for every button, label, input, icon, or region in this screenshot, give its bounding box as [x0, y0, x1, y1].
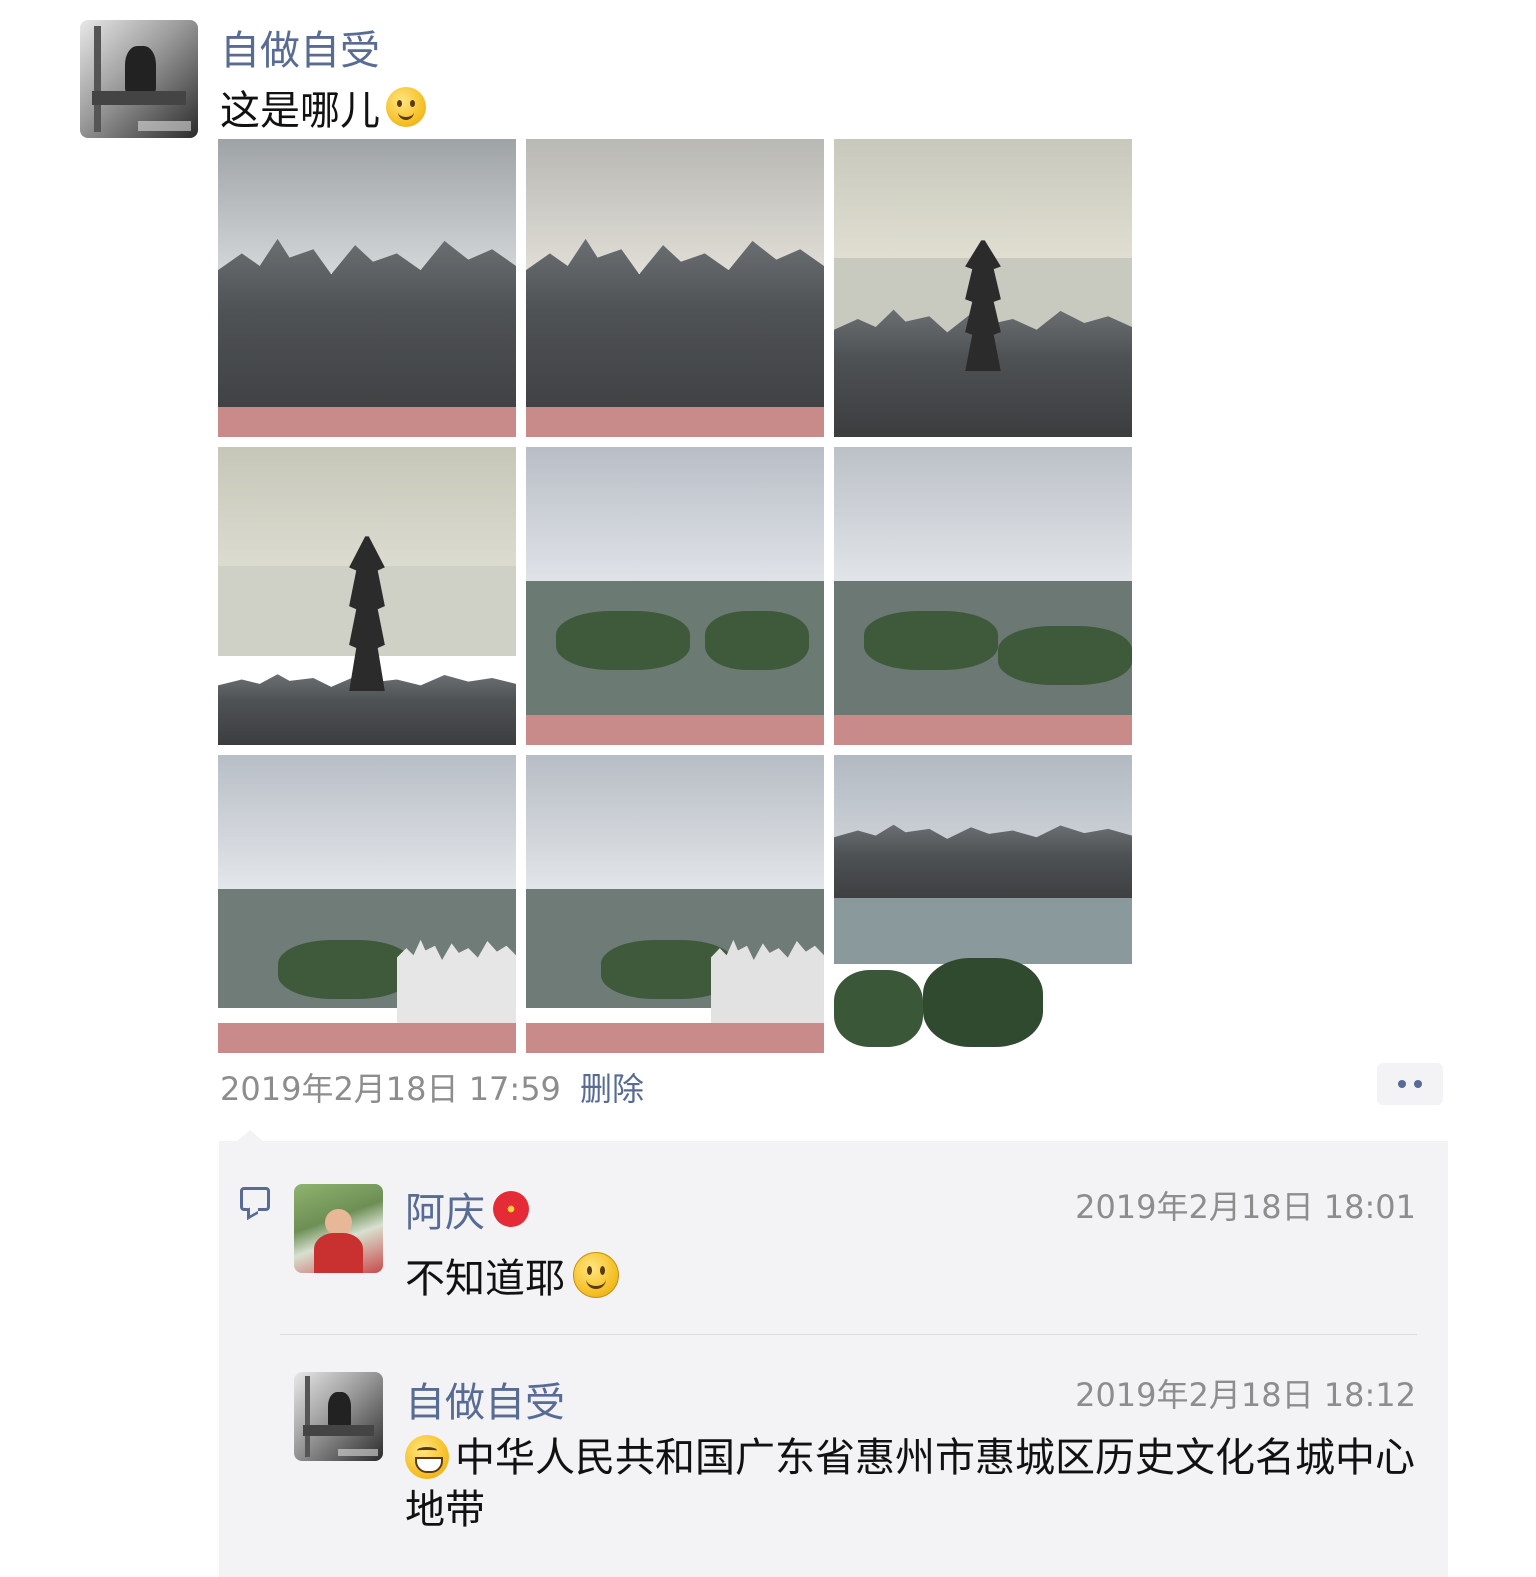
photo-7[interactable]	[218, 755, 516, 1053]
comment-text: 不知道耶	[405, 1246, 619, 1304]
photo-5[interactable]	[526, 447, 824, 745]
comment-icon	[240, 1187, 270, 1211]
post-timestamp: 2019年2月18日 17:59	[220, 1070, 561, 1108]
hibiscus-icon	[491, 1189, 531, 1229]
grinning-face-icon	[405, 1435, 449, 1479]
poster-avatar[interactable]	[80, 20, 198, 138]
post-text: 这是哪儿	[220, 78, 426, 136]
comment-time: 2019年2月18日 18:01	[1075, 1188, 1416, 1226]
commenter-avatar[interactable]	[294, 1184, 383, 1273]
reply-author[interactable]: 自做自受	[405, 1370, 565, 1428]
photo-4[interactable]	[218, 447, 516, 745]
comment-text-content: 不知道耶	[405, 1256, 565, 1302]
photo-9[interactable]	[834, 755, 1132, 1053]
photo-3[interactable]	[834, 139, 1132, 437]
photo-8[interactable]	[526, 755, 824, 1053]
comment-author-name[interactable]: 阿庆	[405, 1180, 485, 1238]
reply-time: 2019年2月18日 18:12	[1075, 1376, 1416, 1414]
reply-text: 中华人民共和国广东省惠州市惠城区历史文化名城中心地带	[405, 1432, 1415, 1536]
comment-author[interactable]: 阿庆	[405, 1180, 531, 1238]
smiling-face-icon	[573, 1252, 619, 1298]
poster-name[interactable]: 自做自受	[220, 18, 380, 76]
reply-text-content: 中华人民共和国广东省惠州市惠城区历史文化名城中心地带	[405, 1435, 1415, 1533]
photo-grid	[218, 139, 1134, 1055]
delete-button[interactable]: 删除	[580, 1064, 644, 1110]
reply-author-avatar[interactable]	[294, 1372, 383, 1461]
photo-1[interactable]	[218, 139, 516, 437]
post-text-content: 这是哪儿	[220, 88, 380, 134]
photo-6[interactable]	[834, 447, 1132, 745]
comment-divider	[280, 1334, 1417, 1335]
thinking-face-icon	[386, 87, 426, 127]
more-dots-icon[interactable]	[1377, 1063, 1443, 1105]
photo-2[interactable]	[526, 139, 824, 437]
